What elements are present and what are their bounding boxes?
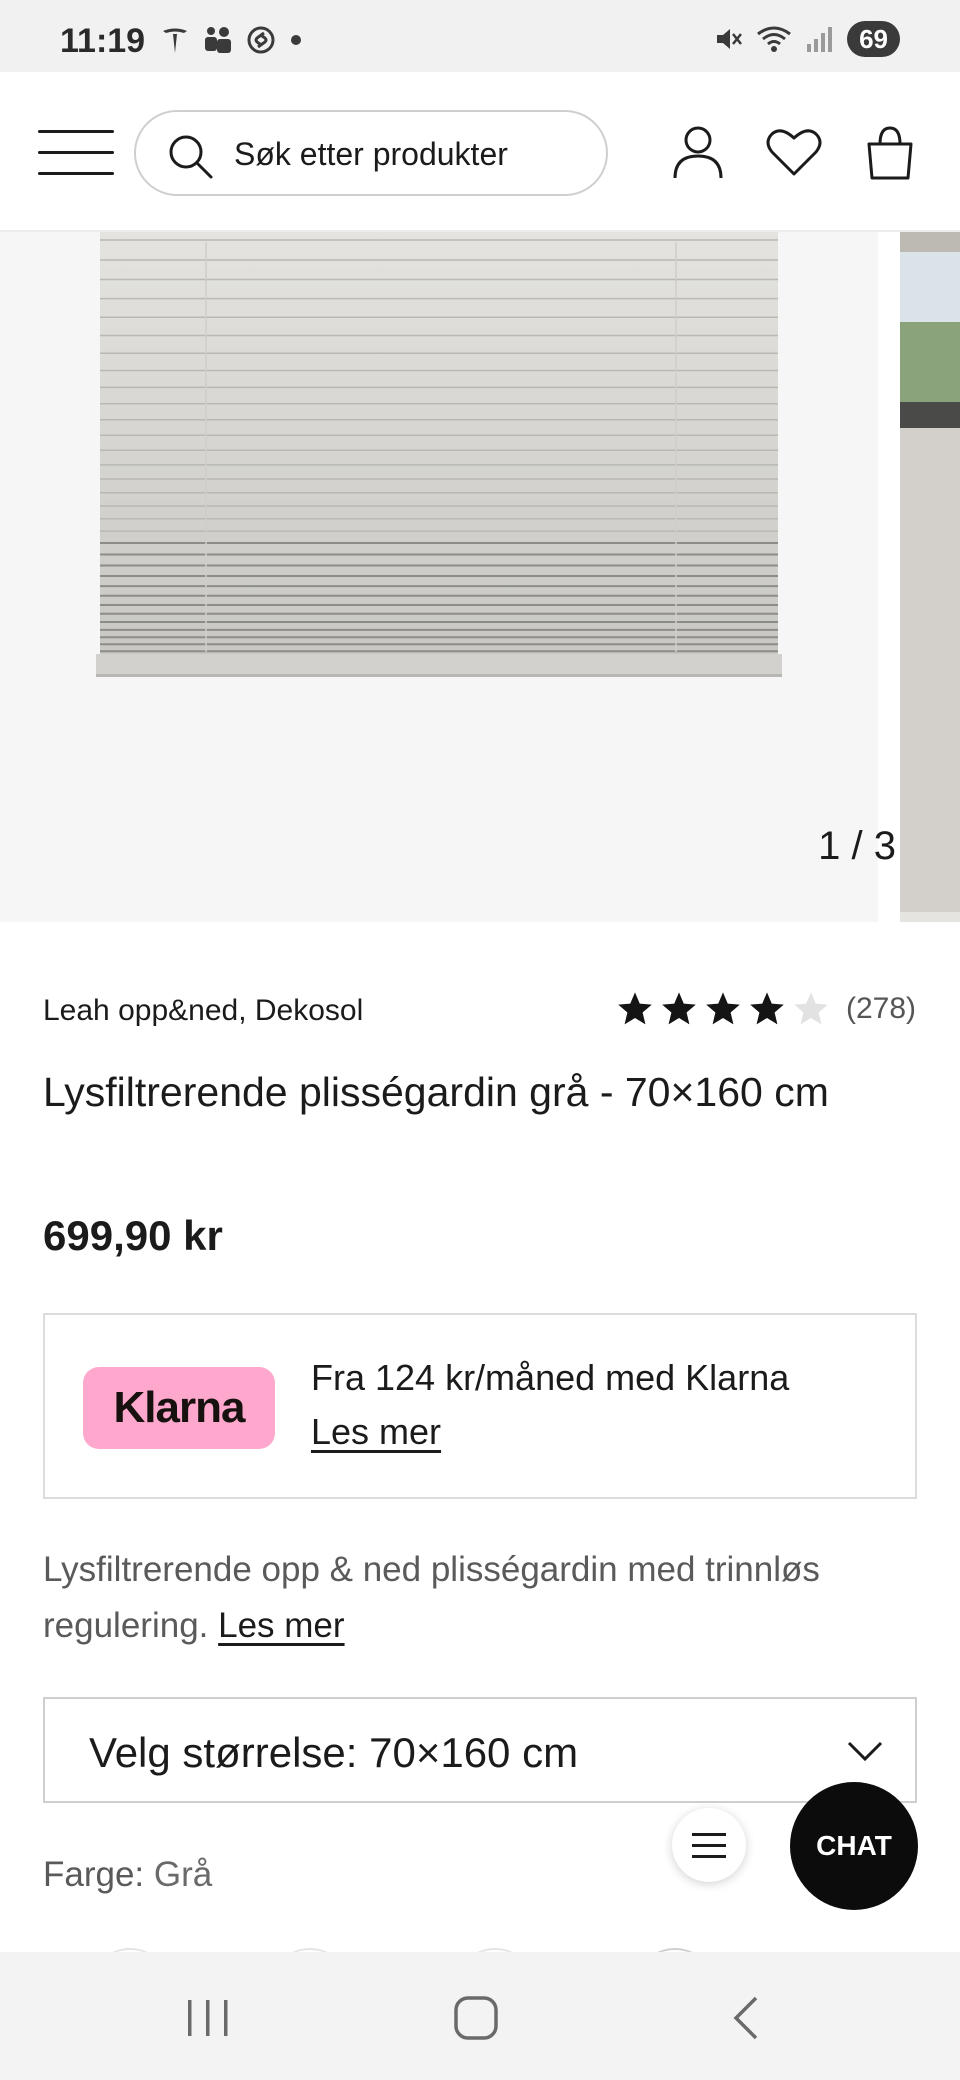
menu-button[interactable] xyxy=(38,128,114,178)
chevron-down-icon xyxy=(847,1741,883,1762)
product-rating[interactable]: (278) xyxy=(616,990,916,1028)
system-navigation-bar xyxy=(0,1952,960,2080)
site-header: Søk etter produkter xyxy=(0,72,960,232)
shazam-icon xyxy=(247,26,275,54)
star-icon xyxy=(706,992,740,1025)
wifi-icon xyxy=(757,26,791,52)
size-select[interactable]: Velg størrelse: 70×160 cm xyxy=(43,1697,917,1803)
menu-icon-bar xyxy=(38,151,114,154)
dot-icon xyxy=(291,35,301,45)
teams-icon xyxy=(205,27,231,53)
description-text: Lysfiltrerende opp & ned plisségardin me… xyxy=(43,1550,820,1645)
wishlist-heart-icon[interactable] xyxy=(764,122,824,182)
star-empty-icon xyxy=(794,992,828,1025)
star-icon xyxy=(618,992,652,1025)
recent-apps-icon[interactable] xyxy=(178,1990,238,2046)
menu-icon-bar xyxy=(38,172,114,175)
color-value: Grå xyxy=(153,1855,213,1894)
tesla-icon xyxy=(163,28,187,53)
product-image-gallery[interactable]: 1 / 3 xyxy=(0,232,960,922)
star-icon xyxy=(662,992,696,1025)
status-bar: 11:19 69 xyxy=(0,0,960,72)
product-title: Lysfiltrerende plisségardin grå - 70×160… xyxy=(43,1069,829,1115)
search-input[interactable]: Søk etter produkter xyxy=(234,136,508,173)
battery-indicator: 69 xyxy=(847,21,900,57)
account-icon[interactable] xyxy=(668,122,728,182)
back-icon[interactable] xyxy=(716,1990,776,2046)
pleated-blind-image xyxy=(96,232,782,677)
product-image-next[interactable] xyxy=(900,232,960,922)
window-scene-image xyxy=(900,232,960,922)
product-brand: Leah opp&ned, Dekosol xyxy=(43,994,364,1027)
klarna-text: Fra 124 kr/måned med Klarna xyxy=(311,1357,790,1398)
gallery-counter: 1 / 3 xyxy=(818,824,896,868)
mute-icon xyxy=(717,29,743,49)
status-right-icons: 69 xyxy=(713,21,900,57)
size-select-label: Velg størrelse: 70×160 cm xyxy=(89,1729,579,1776)
signal-icon xyxy=(807,27,833,52)
list-icon-bar xyxy=(692,1855,726,1858)
status-left-icons xyxy=(160,24,304,56)
color-label: Farge: xyxy=(43,1855,145,1894)
product-description: Lysfiltrerende opp & ned plisségardin me… xyxy=(43,1542,923,1654)
status-time: 11:19 xyxy=(60,22,146,60)
list-icon-bar xyxy=(692,1833,726,1836)
star-icon xyxy=(750,992,784,1025)
product-image-main[interactable] xyxy=(0,232,878,922)
search-icon xyxy=(169,135,213,179)
page: 11:19 69 Søk etter produkter 1 / 3 Leah … xyxy=(0,0,960,2080)
product-price: 699,90 kr xyxy=(43,1212,223,1259)
search-field[interactable]: Søk etter produkter xyxy=(134,110,608,196)
klarna-financing-box: Klarna Fra 124 kr/måned med Klarna Les m… xyxy=(43,1313,917,1499)
color-info: Farge: Grå xyxy=(43,1855,212,1895)
list-icon-bar xyxy=(692,1844,726,1847)
klarna-logo: Klarna xyxy=(83,1367,275,1449)
menu-icon-bar xyxy=(38,130,114,133)
description-read-more-link[interactable]: Les mer xyxy=(218,1606,344,1645)
cart-bag-icon[interactable] xyxy=(860,122,920,182)
home-icon[interactable] xyxy=(446,1990,506,2046)
chat-button[interactable]: CHAT xyxy=(790,1782,918,1910)
rating-count[interactable]: (278) xyxy=(846,992,916,1026)
klarna-read-more-link[interactable]: Les mer xyxy=(311,1411,441,1453)
list-menu-button[interactable] xyxy=(672,1808,746,1882)
